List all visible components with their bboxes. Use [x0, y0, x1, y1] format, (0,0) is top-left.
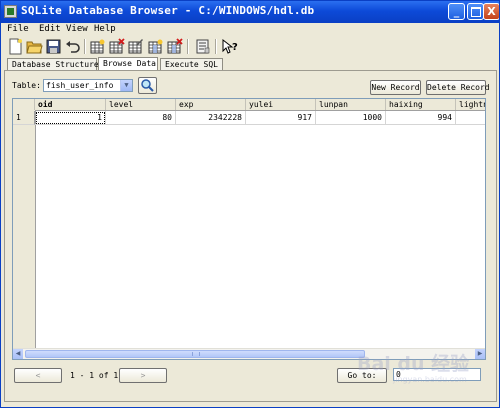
undo-icon[interactable] — [64, 38, 81, 55]
table-select[interactable]: fish_user_info ▼ — [43, 79, 133, 92]
table-cell[interactable]: 1000 — [316, 111, 386, 125]
corner-cell — [13, 99, 35, 110]
table-cell[interactable] — [456, 111, 485, 125]
close-icon: X — [487, 5, 496, 18]
close-button[interactable]: X — [483, 3, 499, 20]
table-cell[interactable]: 80 — [106, 111, 176, 125]
search-button[interactable] — [138, 77, 157, 94]
new-record-button[interactable]: New Record — [370, 80, 421, 95]
minimize-icon: _ — [453, 5, 460, 18]
delete-table-icon[interactable] — [108, 38, 125, 55]
toolbar-separator — [215, 39, 217, 54]
tab-bar: Database Structure Browse Data Execute S… — [1, 57, 499, 71]
modify-table-icon[interactable] — [127, 38, 144, 55]
watermark-url: jingyan.baidu.com — [392, 375, 467, 384]
window-title: SQLite Database Browser - C:/WINDOWS/hdl… — [21, 4, 315, 17]
svg-text:?: ? — [232, 42, 238, 53]
column-header-lightni[interactable]: lightni — [456, 99, 485, 110]
watermark-text: Bai du 经验 — [357, 352, 470, 375]
column-header-oid[interactable]: oid — [35, 99, 106, 110]
scroll-left-icon[interactable]: ◀ — [13, 349, 23, 359]
minimize-button[interactable]: _ — [448, 3, 465, 20]
new-database-icon[interactable] — [7, 38, 24, 55]
tab-database-structure[interactable]: Database Structure — [7, 58, 99, 70]
maximize-button[interactable] — [467, 3, 484, 20]
search-icon — [141, 79, 154, 92]
toolbar-separator — [187, 39, 189, 54]
next-page-button[interactable]: > — [119, 368, 167, 383]
create-index-icon[interactable] — [147, 38, 164, 55]
grip-icon — [192, 352, 200, 356]
toolbar-separator — [84, 39, 86, 54]
tab-execute-sql[interactable]: Execute SQL — [160, 58, 223, 70]
menu-view[interactable]: View — [66, 24, 88, 34]
maximize-icon — [470, 7, 481, 17]
query-icon[interactable] — [194, 38, 211, 55]
menu-file[interactable]: File — [7, 24, 29, 34]
delete-index-icon[interactable] — [166, 38, 183, 55]
delete-record-button[interactable]: Delete Record — [426, 80, 490, 95]
table-cell[interactable]: 994 — [386, 111, 456, 125]
table-cell[interactable]: 917 — [246, 111, 316, 125]
row-number[interactable]: 1 — [13, 111, 35, 125]
column-header-yulei[interactable]: yulei — [246, 99, 316, 110]
table-cell[interactable]: 2342228 — [176, 111, 246, 125]
table-label: Table: — [12, 81, 41, 90]
open-database-icon[interactable] — [26, 38, 43, 55]
save-icon[interactable] — [45, 38, 62, 55]
column-header-lunpan[interactable]: lunpan — [316, 99, 386, 110]
app-icon — [4, 5, 17, 18]
column-header-exp[interactable]: exp — [176, 99, 246, 110]
table-select-value: fish_user_info — [46, 81, 114, 90]
table-header: oid level exp yulei lunpan haixing light… — [13, 99, 485, 111]
toolbar: ? — [1, 37, 499, 57]
row-header-column — [13, 110, 36, 350]
table-cell[interactable]: 1 — [35, 111, 106, 125]
table-row[interactable]: 1 1 80 2342228 917 1000 994 — [13, 111, 485, 125]
tab-browse-data[interactable]: Browse Data — [98, 57, 158, 71]
previous-page-button[interactable]: < — [14, 368, 62, 383]
chevron-down-icon: ▼ — [120, 80, 132, 91]
menu-bar: File Edit View Help — [1, 23, 499, 37]
scrollbar-thumb[interactable] — [25, 350, 365, 358]
app-window: SQLite Database Browser - C:/WINDOWS/hdl… — [0, 0, 500, 408]
watermark: Bai du 经验 jingyan.baidu.com — [351, 346, 481, 386]
pager-status: 1 - 1 of 1 — [70, 371, 119, 380]
whats-this-icon[interactable]: ? — [221, 38, 238, 55]
title-bar[interactable]: SQLite Database Browser - C:/WINDOWS/hdl… — [1, 1, 499, 23]
menu-edit[interactable]: Edit — [39, 24, 61, 34]
create-table-icon[interactable] — [89, 38, 106, 55]
column-header-haixing[interactable]: haixing — [386, 99, 456, 110]
menu-help[interactable]: Help — [94, 24, 116, 34]
column-header-level[interactable]: level — [106, 99, 176, 110]
data-table[interactable]: oid level exp yulei lunpan haixing light… — [12, 98, 486, 360]
